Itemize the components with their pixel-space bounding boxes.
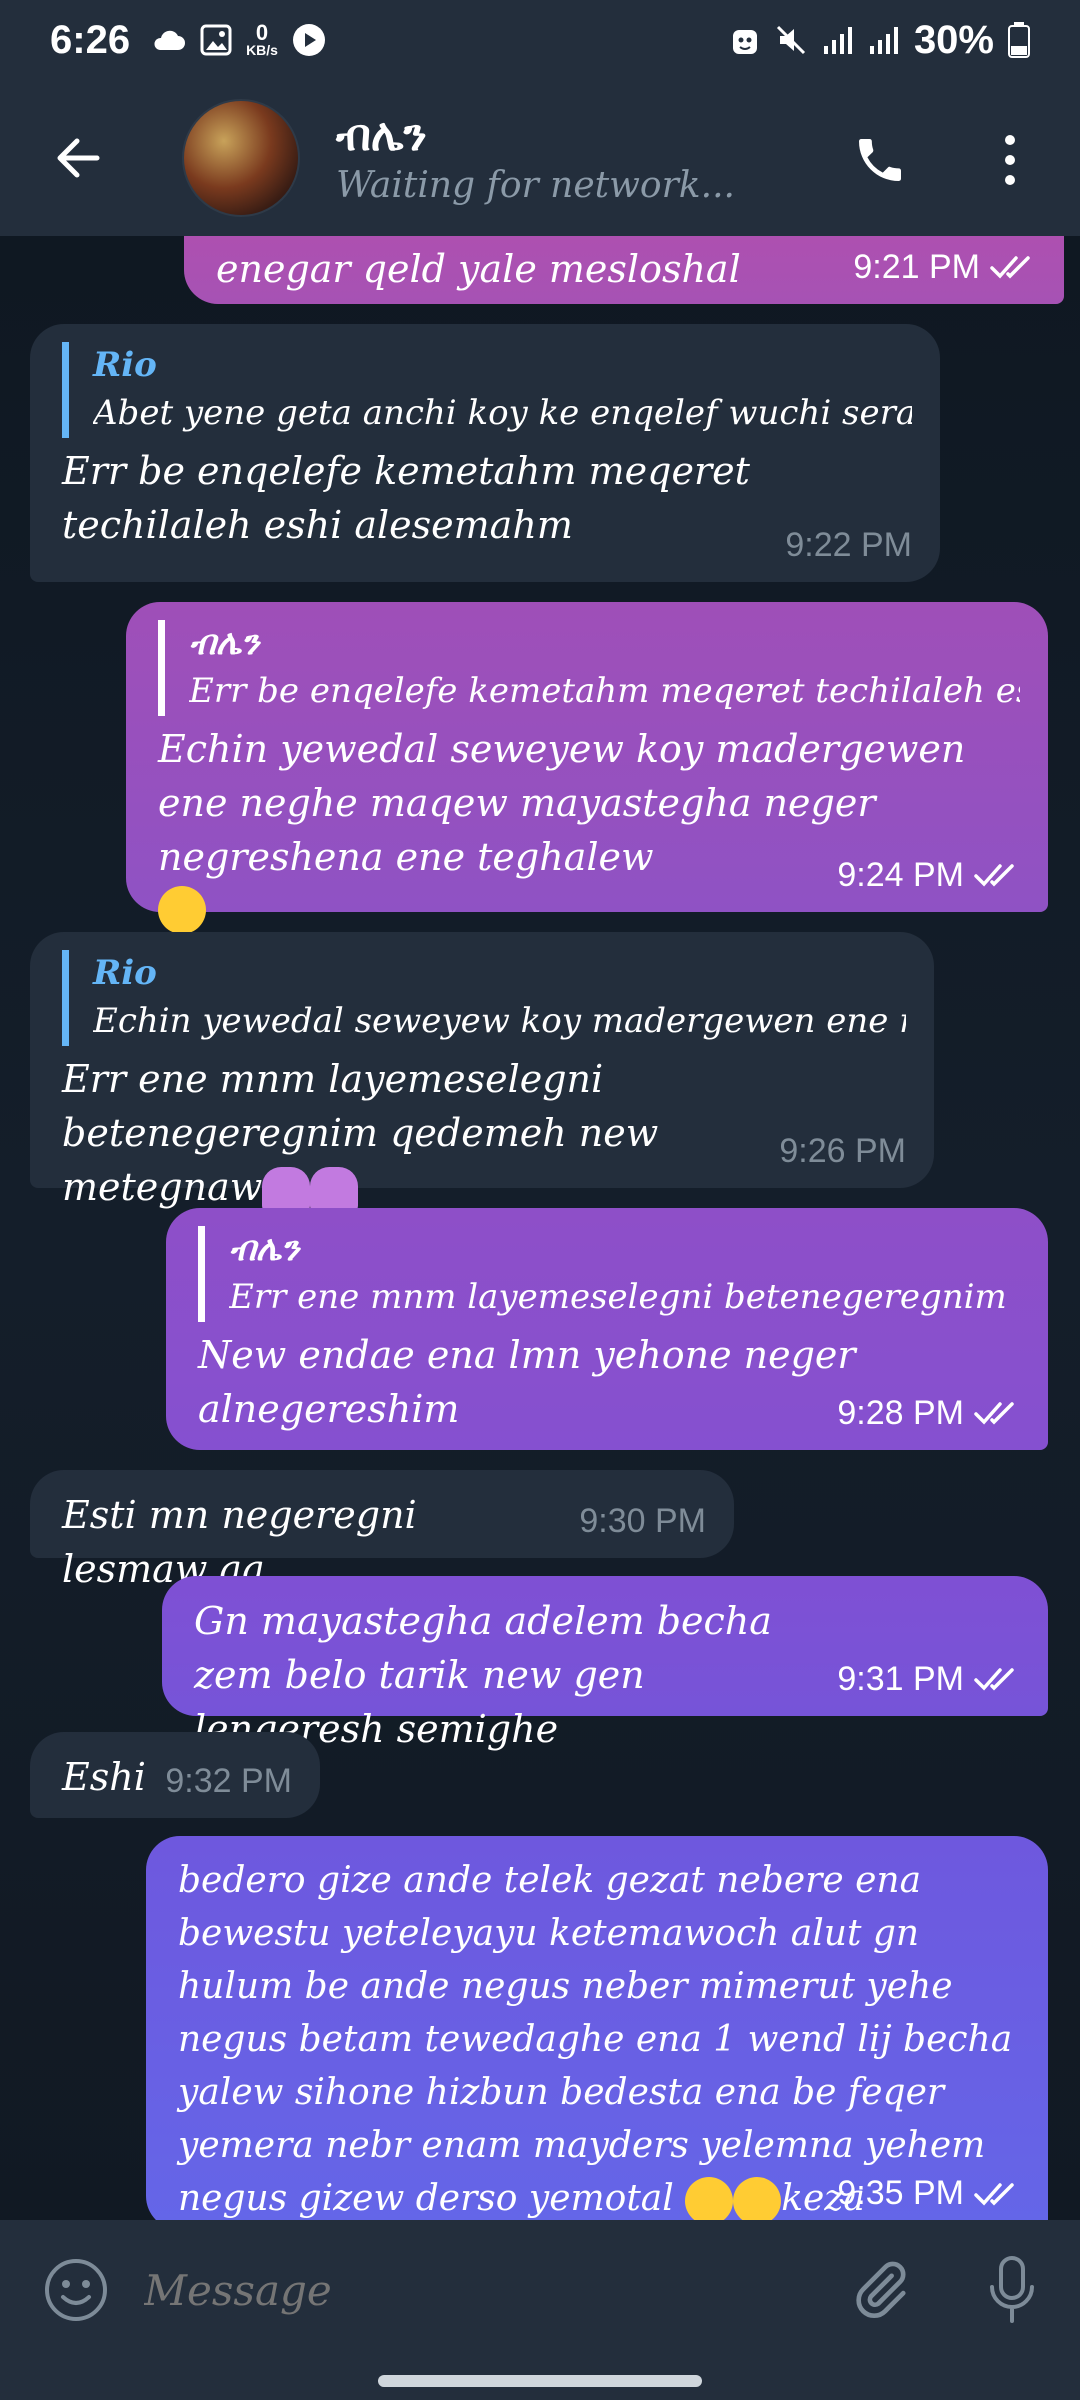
message-meta: 9:21 PM <box>853 240 1036 294</box>
reply-author: Rio <box>93 345 157 385</box>
message-meta: 9:22 PM <box>785 518 912 572</box>
reply-author: ብሌን <box>189 623 260 663</box>
signal-icon-2 <box>869 27 898 54</box>
winking-tongue-emoji <box>158 886 206 934</box>
message-incoming[interactable]: Esti mn negeregni lesmaw aa 9:30 PM <box>30 1470 734 1591</box>
message-time: 9:26 PM <box>779 1132 906 1170</box>
reply-quote[interactable]: Rio Abet yene geta anchi koy ke enqelef … <box>62 342 912 438</box>
double-check-icon <box>990 256 1030 279</box>
reply-text: Abet yene geta anchi koy ke enqelef wuch… <box>93 393 912 433</box>
message-incoming[interactable]: Rio Abet yene geta anchi koy ke enqelef … <box>30 324 940 582</box>
reply-text: Err ene mnm layemeselegni betenegeregnim… <box>229 1277 1020 1317</box>
message-text: bedero gize ande telek gezat nebere ena … <box>178 1854 1020 2220</box>
message-composer <box>0 2220 1080 2360</box>
message-outgoing[interactable]: ብሌን Err ene mnm layemeselegni betenegere… <box>166 1208 1048 1450</box>
message-time: 9:22 PM <box>785 526 912 564</box>
face-unlock-icon <box>732 30 757 54</box>
reply-author: Rio <box>93 953 157 993</box>
battery-percent: 30% <box>913 17 994 62</box>
crying-face-emoji <box>733 2177 782 2220</box>
double-check-icon <box>974 1668 1014 1691</box>
message-time: 9:30 PM <box>579 1502 706 1540</box>
message-time: 9:32 PM <box>165 1762 292 1800</box>
attach-button[interactable] <box>840 2250 920 2330</box>
message-meta: 9:30 PM <box>579 1494 706 1548</box>
reply-quote[interactable]: Rio Echin yewedal seweyew koy madergewen… <box>62 950 906 1046</box>
reply-text: Echin yewedal seweyew koy madergewen ene… <box>93 1001 906 1041</box>
back-button[interactable] <box>38 118 118 198</box>
message-outgoing[interactable]: ብሌን Err be enqelefe kemetahm meqeret tec… <box>126 602 1048 934</box>
message-incoming[interactable]: Rio Echin yewedal seweyew koy madergewen… <box>30 932 934 1215</box>
reply-text: Err be enqelefe kemetahm meqeret techila… <box>189 671 1020 711</box>
message-outgoing[interactable]: bedero gize ande telek gezat nebere ena … <box>146 1836 1048 2220</box>
chat-status: Waiting for network... <box>336 165 735 206</box>
message-incoming[interactable]: Eshi 9:32 PM <box>30 1732 320 1818</box>
play-icon <box>292 24 325 56</box>
status-bar: 6:26 0 KB/s 30% <box>0 0 1080 80</box>
system-nav-bar <box>0 2360 1080 2400</box>
message-meta: 9:31 PM <box>837 1652 1020 1706</box>
battery-icon <box>1008 22 1030 58</box>
message-meta: 9:24 PM <box>837 848 1020 902</box>
double-check-icon <box>974 2182 1014 2206</box>
call-button[interactable] <box>840 120 920 200</box>
gallery-icon <box>200 24 232 56</box>
emoji-icon <box>45 2259 107 2321</box>
more-menu-button[interactable] <box>980 120 1040 200</box>
message-meta: 9:32 PM <box>165 1754 292 1808</box>
message-meta: 9:35 PM <box>837 2167 1020 2220</box>
message-time: 9:35 PM <box>837 2174 964 2212</box>
message-time: 9:31 PM <box>837 1660 964 1698</box>
message-text: Echin yewedal seweyew koy madergewen ene… <box>158 722 1020 934</box>
message-list[interactable]: enegar qeld yale mesloshal 9:21 PM Rio A… <box>0 236 1080 2220</box>
chat-title-block[interactable]: ብሌን Waiting for network... <box>336 110 735 206</box>
message-input[interactable] <box>144 2265 784 2315</box>
attach-icon <box>856 2261 906 2319</box>
mic-button[interactable] <box>972 2250 1052 2330</box>
double-check-icon <box>974 1402 1014 1425</box>
emoji-button[interactable] <box>38 2252 114 2328</box>
message-meta: 9:26 PM <box>779 1124 906 1178</box>
message-time: 9:28 PM <box>837 1394 964 1432</box>
phone-icon <box>859 139 901 181</box>
reply-author: ብሌን <box>229 1229 300 1269</box>
network-speed: 0 KB/s <box>246 20 278 58</box>
status-time: 6:26 <box>50 17 131 62</box>
double-check-icon <box>974 864 1014 887</box>
reply-quote[interactable]: ብሌን Err ene mnm layemeselegni betenegere… <box>198 1226 1020 1322</box>
cloud-icon <box>154 30 186 50</box>
signal-icon-1 <box>823 27 852 54</box>
mic-icon <box>990 2256 1034 2323</box>
avatar[interactable] <box>182 99 300 217</box>
crying-face-emoji <box>685 2177 734 2220</box>
message-time: 9:24 PM <box>837 856 964 894</box>
back-arrow-icon <box>57 138 100 178</box>
reply-quote[interactable]: ብሌን Err be enqelefe kemetahm meqeret tec… <box>158 620 1020 716</box>
message-outgoing[interactable]: Gn mayastegha adelem becha zem belo tari… <box>162 1576 1048 1751</box>
status-left-icons: 0 KB/s <box>152 20 326 58</box>
mute-icon <box>776 25 805 55</box>
message-time: 9:21 PM <box>853 248 980 286</box>
status-right-icons: 30% <box>730 18 1030 63</box>
message-outgoing[interactable]: enegar qeld yale mesloshal 9:21 PM <box>184 236 1064 304</box>
chat-title: ብሌን <box>336 110 427 161</box>
more-vertical-icon <box>1005 135 1015 185</box>
message-meta: 9:28 PM <box>837 1386 1020 1440</box>
message-text: Eshi <box>62 1755 146 1799</box>
home-gesture-bar[interactable] <box>378 2375 702 2387</box>
chat-header: ብሌን Waiting for network... <box>0 80 1080 236</box>
